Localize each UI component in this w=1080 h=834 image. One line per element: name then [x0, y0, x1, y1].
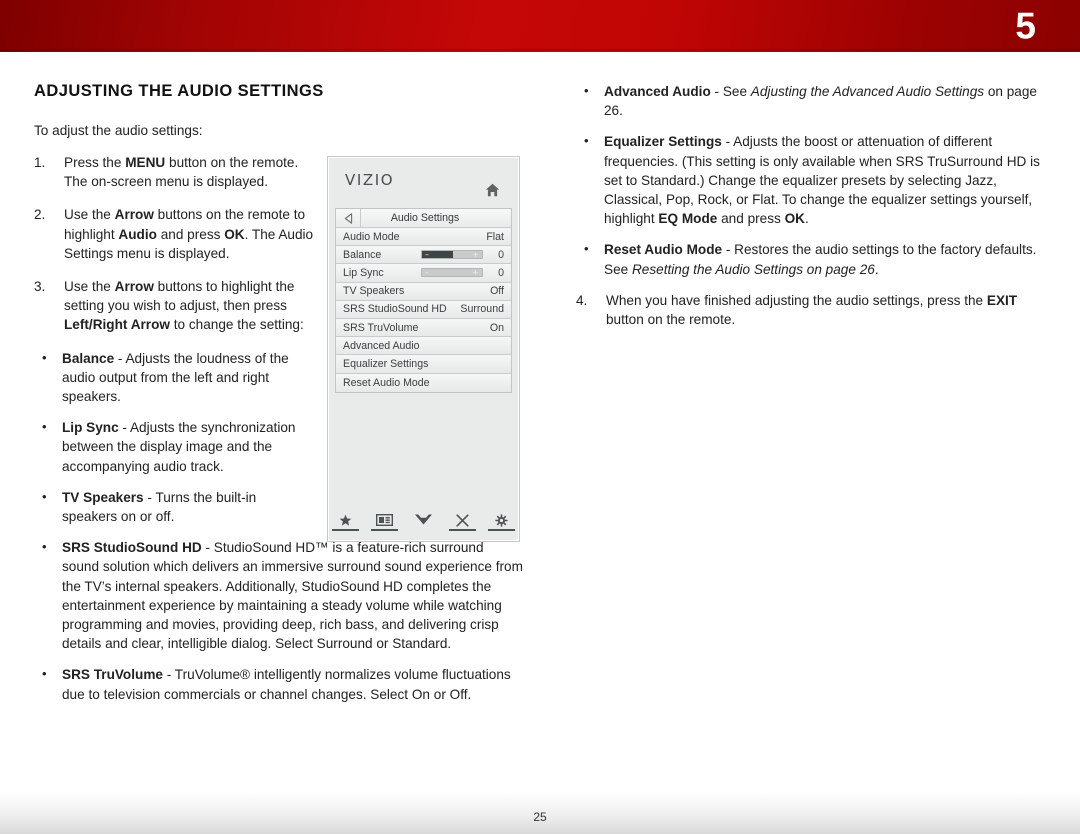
chapter-banner: 5: [0, 0, 1080, 52]
menu-item-label: Audio Mode: [343, 230, 400, 243]
menu-item-value: Flat: [486, 230, 504, 243]
menu-function-bar: [332, 513, 515, 531]
function-key[interactable]: [332, 513, 359, 531]
function-key[interactable]: [410, 513, 437, 531]
menu-item-value: Off: [490, 285, 504, 298]
menu-header: VIZIO: [335, 164, 512, 208]
bullet-item: Balance - Adjusts the loudness of the au…: [34, 348, 302, 407]
menu-item-label: SRS StudioSound HD: [343, 303, 447, 316]
picture-icon[interactable]: [376, 513, 393, 527]
function-key-underline: [449, 529, 476, 531]
bullet-item: Equalizer Settings - Adjusts the boost o…: [576, 131, 1046, 228]
bullet-item: Advanced Audio - See Adjusting the Advan…: [576, 81, 1046, 120]
back-arrow-icon[interactable]: [336, 209, 361, 227]
menu-item-label: Reset Audio Mode: [343, 376, 430, 389]
menu-item-value: Surround: [460, 303, 504, 316]
numbered-step: 2. Use the Arrow buttons on the remote to…: [34, 207, 314, 261]
chapter-number: 5: [1015, 5, 1036, 47]
menu-list: Audio Settings Audio Mode Flat Balance – +0 L…: [335, 208, 512, 393]
bullet-item: Reset Audio Mode - Restores the audio se…: [576, 239, 1046, 278]
bullet-item: TV Speakers - Turns the built-in speaker…: [34, 487, 302, 526]
vizio-audio-settings-menu: VIZIO Audio Settings Audio Mode Flat Balan…: [327, 156, 520, 542]
menu-item[interactable]: Reset Audio Mode: [336, 373, 511, 392]
menu-item-value: On: [489, 321, 504, 334]
menu-item-value: 0: [498, 266, 504, 279]
menu-title-row: Audio Settings: [336, 209, 511, 228]
gear-icon[interactable]: [495, 513, 508, 527]
function-key-underline: [371, 529, 398, 531]
intro-text: To adjust the audio settings:: [34, 123, 203, 138]
vizio-logo: VIZIO: [345, 171, 395, 189]
menu-item-slider[interactable]: – +: [421, 250, 483, 260]
page-number: 25: [533, 810, 547, 824]
function-key[interactable]: [449, 513, 476, 531]
menu-item[interactable]: Equalizer Settings: [336, 355, 511, 374]
settings-bullets-right: Advanced Audio - See Adjusting the Advan…: [576, 81, 1046, 279]
minus-icon[interactable]: –: [425, 268, 429, 277]
right-column: Advanced Audio - See Adjusting the Advan…: [576, 81, 1046, 343]
menu-item[interactable]: Audio Mode Flat: [336, 228, 511, 247]
star-icon[interactable]: [339, 513, 352, 527]
bullet-item: SRS StudioSound HD - StudioSound HD™ is …: [34, 537, 524, 653]
page-body: ADJUSTING THE AUDIO SETTINGS To adjust t…: [0, 52, 1080, 834]
bullet-item: SRS TruVolume - TruVolume® intelligently…: [34, 664, 524, 703]
chevron-down-icon[interactable]: [414, 513, 433, 527]
step-number: 4.: [576, 292, 588, 308]
menu-item[interactable]: Advanced Audio: [336, 337, 511, 356]
menu-item[interactable]: TV Speakers Off: [336, 282, 511, 301]
numbered-step: 1. Press the MENU button on the remote. T…: [34, 155, 299, 190]
numbered-step: 3. Use the Arrow buttons to highlight the…: [34, 279, 304, 333]
menu-item-slider[interactable]: – +: [421, 268, 483, 278]
menu-item-label: Balance: [343, 248, 382, 261]
plus-icon[interactable]: +: [472, 268, 479, 277]
menu-item[interactable]: SRS StudioSound HD Surround: [336, 300, 511, 319]
step-number: 1.: [34, 155, 46, 170]
menu-rows: Audio Mode Flat Balance – +0 Lip Sync – +0 TV Sp…: [336, 228, 511, 392]
close-x-icon[interactable]: [456, 513, 469, 527]
function-key-underline: [332, 529, 359, 531]
step-number: 3.: [34, 279, 46, 295]
numbered-steps-right: 4. When you have finished adjusting the a…: [576, 291, 1046, 329]
home-icon[interactable]: [485, 183, 500, 197]
numbered-step: 4. When you have finished adjusting the a…: [576, 292, 1018, 328]
page-title: ADJUSTING THE AUDIO SETTINGS: [34, 82, 324, 100]
menu-item[interactable]: Lip Sync – +0: [336, 264, 511, 283]
menu-item-label: SRS TruVolume: [343, 321, 419, 334]
menu-item-label: TV Speakers: [343, 285, 405, 298]
menu-item-label: Equalizer Settings: [343, 357, 429, 370]
menu-item[interactable]: SRS TruVolume On: [336, 318, 511, 338]
bullet-item: Lip Sync - Adjusts the synchronization b…: [34, 417, 302, 476]
menu-item-value: 0: [498, 248, 504, 261]
function-key[interactable]: [371, 513, 398, 531]
function-key-underline: [488, 529, 515, 531]
plus-icon[interactable]: +: [472, 250, 479, 259]
step-number: 2.: [34, 207, 46, 223]
function-key[interactable]: [488, 513, 515, 531]
menu-title: Audio Settings: [390, 212, 460, 224]
minus-icon[interactable]: –: [425, 250, 429, 259]
menu-item-label: Lip Sync: [343, 266, 384, 279]
menu-item[interactable]: Balance – +0: [336, 246, 511, 265]
settings-bullets-wide: SRS StudioSound HD - StudioSound HD™ is …: [34, 537, 534, 704]
menu-item-label: Advanced Audio: [343, 339, 420, 352]
